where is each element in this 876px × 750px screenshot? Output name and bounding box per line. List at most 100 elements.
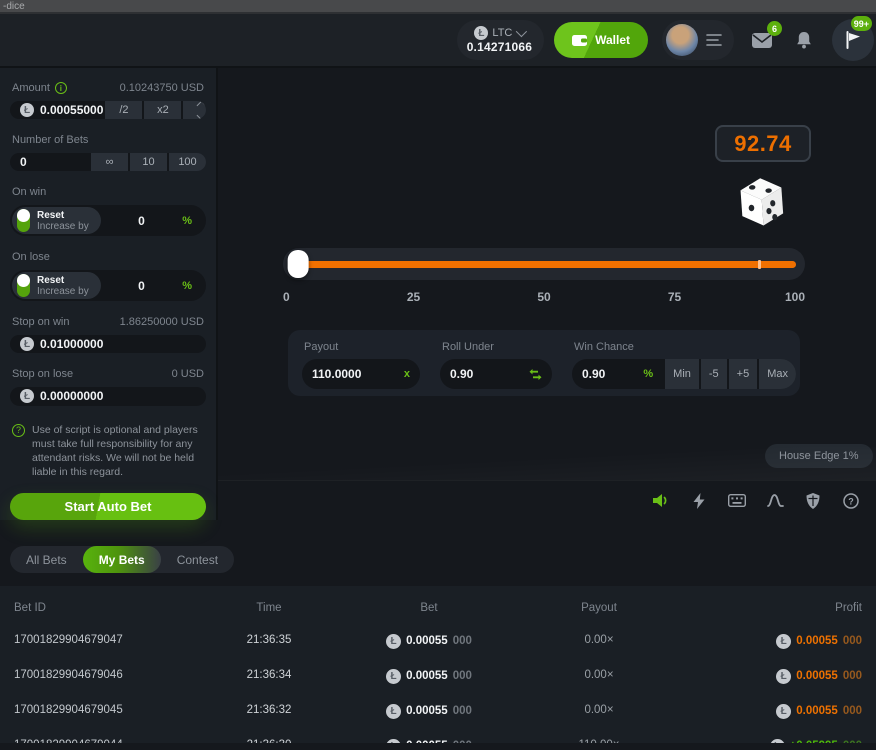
payout-input[interactable]: 110.0000 x <box>302 359 420 389</box>
info-icon[interactable]: i <box>55 82 67 94</box>
stop-on-win-input[interactable]: Ł 0.01000000 <box>10 337 206 351</box>
on-lose-value[interactable]: 0 <box>101 279 183 293</box>
trends-button[interactable] <box>760 486 790 516</box>
wallet-button[interactable]: Wallet <box>554 22 648 58</box>
hundred-bets-button[interactable]: 100 <box>169 153 206 171</box>
quests-button[interactable]: 99+ <box>832 19 874 61</box>
plus-5-button[interactable]: +5 <box>729 359 758 389</box>
on-lose-row: Reset Increase by 0 % <box>10 270 206 301</box>
help-icon: ? <box>843 493 859 509</box>
coin-icon: Ł <box>770 739 785 744</box>
hotkeys-button[interactable] <box>722 486 752 516</box>
win-chance-input[interactable]: 0.90 % Min -5 +5 Max <box>572 359 796 389</box>
toggle-icon[interactable] <box>17 274 30 297</box>
start-auto-bet-button[interactable]: Start Auto Bet <box>10 493 206 521</box>
tab-contest[interactable]: Contest <box>161 546 234 573</box>
ten-bets-button[interactable]: 10 <box>130 153 167 171</box>
notifications-button[interactable] <box>790 26 818 54</box>
coin-icon: Ł <box>776 704 791 719</box>
slider-track[interactable] <box>292 261 796 268</box>
max-button[interactable]: Max <box>759 359 796 389</box>
dice-icon <box>736 176 788 232</box>
bet-row[interactable]: 17001829904679047 21:36:35 Ł 0.00055000 … <box>14 622 862 657</box>
stepper-up-icon[interactable] <box>197 101 206 110</box>
bet-time: 21:36:34 <box>204 669 334 681</box>
fairness-button[interactable] <box>798 486 828 516</box>
sound-button[interactable] <box>646 486 676 516</box>
wallet-balance: 0.14271066 <box>467 40 532 54</box>
on-win-value[interactable]: 0 <box>101 214 183 228</box>
stop-on-lose-label: Stop on lose <box>12 368 73 380</box>
currency-selector[interactable]: Ł LTC 0.14271066 <box>457 20 544 60</box>
bet-amount: Ł 0.00055000 <box>334 701 524 719</box>
user-menu[interactable] <box>662 20 734 60</box>
coin-icon: Ł <box>386 739 401 744</box>
avatar[interactable] <box>666 24 698 56</box>
amount-input-group: Ł 0.00055000 /2 x2 <box>10 101 206 119</box>
bell-icon <box>796 31 812 49</box>
tab-all-bets[interactable]: All Bets <box>10 546 83 573</box>
reset-label: Reset <box>37 210 89 221</box>
on-win-percent: % <box>182 215 204 227</box>
bet-id: 17001829904679045 <box>14 704 204 716</box>
messages-button[interactable]: 6 <box>748 26 776 54</box>
slider-scale: 0 25 50 75 100 <box>283 290 805 306</box>
bets-table: Bet ID Time Bet Payout Profit 1700182990… <box>0 586 876 743</box>
coin-icon: Ł <box>386 704 401 719</box>
stop-on-lose-input[interactable]: Ł 0.00000000 <box>10 389 206 403</box>
help-button[interactable]: ? <box>836 486 866 516</box>
multiplier-x-icon: x <box>404 368 420 380</box>
ltc-coin-icon: Ł <box>474 26 488 40</box>
amount-stepper[interactable] <box>183 101 206 119</box>
number-of-bets-label: Number of Bets <box>12 134 88 146</box>
wallet-label: Wallet <box>595 33 630 47</box>
bets-tabs: All Bets My Bets Contest <box>10 546 234 573</box>
bet-profit: Ł 0.00055000 <box>674 631 862 649</box>
roll-result: 92.74 <box>734 131 792 157</box>
chevron-down-icon <box>516 26 527 37</box>
slider-handle[interactable] <box>287 250 308 278</box>
double-amount-button[interactable]: x2 <box>144 101 181 119</box>
tick-label-100: 100 <box>785 290 805 304</box>
bet-payout: 0.00× <box>524 704 674 716</box>
tab-my-bets[interactable]: My Bets <box>83 546 161 573</box>
roll-result-box: 92.74 <box>715 125 811 162</box>
stepper-down-icon[interactable] <box>197 110 206 119</box>
trends-icon <box>767 494 784 507</box>
bet-id: 17001829904679047 <box>14 634 204 646</box>
roll-slider: 0 25 50 75 100 <box>283 248 805 306</box>
half-amount-button[interactable]: /2 <box>105 101 142 119</box>
infinity-bets-button[interactable]: ∞ <box>91 153 128 171</box>
bet-row[interactable]: 17001829904679044 21:36:30 Ł 0.00055000 … <box>14 727 862 743</box>
autobet-sidebar: Amount i 0.10243750 USD Ł 0.00055000 /2 … <box>0 68 218 520</box>
toggle-icon[interactable] <box>17 209 30 232</box>
bet-id: 17001829904679046 <box>14 669 204 681</box>
bet-profit: Ł +0.05995000 <box>674 736 862 744</box>
house-edge-pill: House Edge 1% <box>765 444 873 468</box>
on-win-mode-toggle[interactable]: Reset Increase by <box>12 207 101 234</box>
keyboard-icon <box>728 494 746 507</box>
on-lose-label: On lose <box>12 251 50 263</box>
bet-time: 21:36:32 <box>204 704 334 716</box>
stop-on-lose-group: Ł 0.00000000 <box>10 387 206 405</box>
bet-row[interactable]: 17001829904679045 21:36:32 Ł 0.00055000 … <box>14 692 862 727</box>
menu-icon <box>706 34 722 46</box>
svg-text:?: ? <box>848 496 854 506</box>
turbo-button[interactable] <box>684 486 714 516</box>
main-content: Amount i 0.10243750 USD Ł 0.00055000 /2 … <box>0 68 876 520</box>
window-titlebar: -dice <box>0 0 876 14</box>
slider-body[interactable] <box>283 248 805 280</box>
disclaimer-text: Use of script is optional and players mu… <box>32 423 204 479</box>
bet-row[interactable]: 17001829904679046 21:36:34 Ł 0.00055000 … <box>14 657 862 692</box>
on-lose-mode-toggle[interactable]: Reset Increase by <box>12 272 101 299</box>
min-button[interactable]: Min <box>665 359 699 389</box>
tick-label-0: 0 <box>283 290 290 304</box>
amount-input[interactable]: Ł 0.00055000 <box>10 103 103 117</box>
swap-icon[interactable] <box>529 369 552 380</box>
minus-5-button[interactable]: -5 <box>701 359 727 389</box>
number-of-bets-input[interactable]: 0 <box>10 155 89 169</box>
slider-lose-region <box>297 261 796 268</box>
percent-icon: % <box>643 368 663 380</box>
roll-under-input[interactable]: 0.90 <box>440 359 552 389</box>
col-time: Time <box>204 602 334 614</box>
